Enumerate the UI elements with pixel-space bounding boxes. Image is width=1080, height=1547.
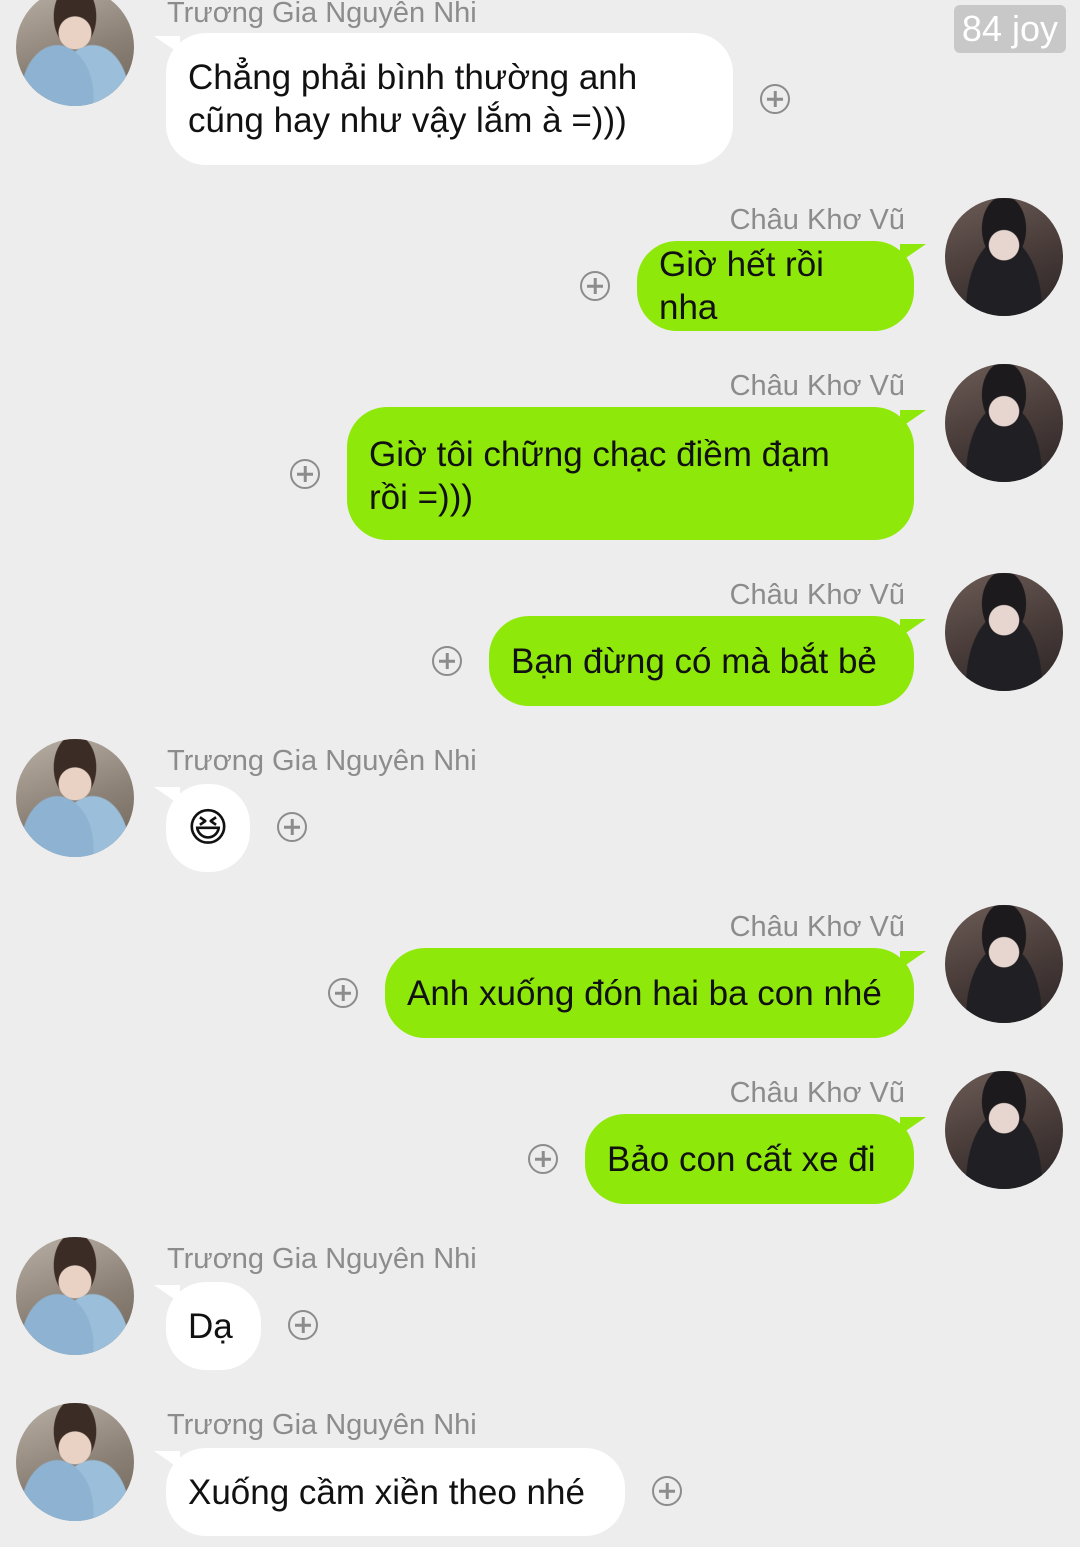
sender-name: Trương Gia Nguyên Nhi (167, 1409, 477, 1441)
add-reaction-icon[interactable] (432, 646, 462, 676)
message-bubble[interactable]: Dạ (166, 1282, 261, 1370)
avatar-chau-kho-vu[interactable] (945, 905, 1063, 1023)
message-bubble[interactable]: Xuống cầm xiền theo nhé (166, 1448, 625, 1536)
add-reaction-icon[interactable] (290, 459, 320, 489)
add-reaction-icon[interactable] (328, 978, 358, 1008)
sender-name: Châu Khơ Vũ (729, 370, 905, 402)
sender-name: Châu Khơ Vũ (729, 1077, 905, 1109)
message-line: Bảo con cất xe đi (607, 1139, 876, 1179)
add-reaction-icon[interactable] (277, 812, 307, 842)
add-reaction-icon[interactable] (288, 1310, 318, 1340)
message-bubble[interactable]: Anh xuống đón hai ba con nhé (385, 948, 914, 1038)
message-line: rồi =))) (369, 478, 474, 517)
sender-name: Châu Khơ Vũ (729, 204, 905, 236)
message-bubble[interactable]: Chẳng phải bình thường anh cũng hay như … (166, 33, 733, 165)
message-line: Bạn đừng có mà bắt bẻ (511, 641, 877, 681)
avatar-truong-gia-nguyen-nhi[interactable] (16, 1403, 134, 1521)
add-reaction-icon[interactable] (528, 1144, 558, 1174)
avatar-chau-kho-vu[interactable] (945, 1071, 1063, 1189)
add-reaction-icon[interactable] (652, 1476, 682, 1506)
message-bubble[interactable]: Bạn đừng có mà bắt bẻ (489, 616, 914, 706)
message-line: Giờ tôi chững chạc điềm đạm (369, 435, 830, 474)
avatar-chau-kho-vu[interactable] (945, 364, 1063, 482)
message-bubble[interactable]: 😆 (166, 784, 250, 872)
message-line: Anh xuống đón hai ba con nhé (407, 973, 882, 1013)
avatar-truong-gia-nguyen-nhi[interactable] (16, 739, 134, 857)
chat-thread: Trương Gia Nguyên Nhi Chẳng phải bình th… (0, 0, 1080, 1547)
sender-name: Trương Gia Nguyên Nhi (167, 0, 477, 29)
sender-name: Trương Gia Nguyên Nhi (167, 745, 477, 777)
add-reaction-icon[interactable] (580, 271, 610, 301)
avatar-chau-kho-vu[interactable] (945, 573, 1063, 691)
message-line: Giờ hết rồi nha (659, 245, 824, 327)
message-bubble[interactable]: Giờ tôi chững chạc điềm đạm rồi =))) (347, 407, 914, 540)
grinning-squinting-face-emoji: 😆 (187, 805, 229, 850)
message-line: Xuống cầm xiền theo nhé (188, 1472, 585, 1512)
sender-name: Trương Gia Nguyên Nhi (167, 1243, 477, 1275)
message-bubble[interactable]: Bảo con cất xe đi (585, 1114, 914, 1204)
avatar-truong-gia-nguyen-nhi[interactable] (16, 0, 134, 106)
message-line: cũng hay như vậy lắm à =))) (188, 101, 627, 140)
avatar-chau-kho-vu[interactable] (945, 198, 1063, 316)
message-bubble[interactable]: Giờ hết rồi nha (637, 241, 914, 331)
sender-name: Châu Khơ Vũ (729, 911, 905, 943)
add-reaction-icon[interactable] (760, 84, 790, 114)
message-line: Chẳng phải bình thường anh (188, 58, 638, 97)
watermark-badge: 84 joy (953, 5, 1066, 53)
sender-name: Châu Khơ Vũ (729, 579, 905, 611)
avatar-truong-gia-nguyen-nhi[interactable] (16, 1237, 134, 1355)
message-line: Dạ (188, 1306, 233, 1346)
